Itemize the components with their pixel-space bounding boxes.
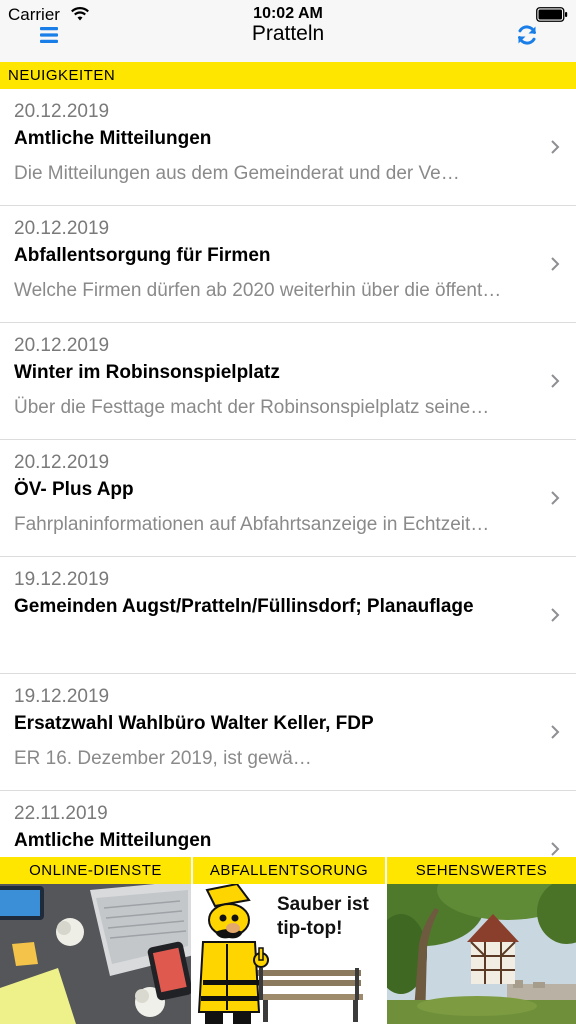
news-title: Amtliche Mitteilungen: [14, 830, 212, 851]
chevron-right-icon: [551, 257, 560, 271]
page-title: Pratteln: [251, 22, 325, 45]
news-item[interactable]: 22.11.2019 Amtliche Mitteilungen: [0, 791, 576, 857]
news-date: 20.12.2019: [14, 335, 110, 356]
news-description: Die Mitteilungen aus dem Gemeinderat und…: [14, 163, 460, 184]
battery-icon: [536, 7, 568, 22]
slogan-line-2: tip-top!: [277, 918, 342, 939]
news-date: 22.11.2019: [14, 803, 108, 824]
news-title: Ersatzwahl Wahlbüro Walter Keller, FDP: [14, 713, 374, 734]
navigation-bar: Pratteln: [0, 22, 576, 62]
chevron-right-icon: [551, 725, 560, 739]
cleanup-mascot-image: Sauber ist tip-top!: [193, 884, 385, 1024]
news-item[interactable]: 19.12.2019 Gemeinden Augst/Pratteln/Füll…: [0, 557, 576, 674]
status-time: 10:02 AM: [253, 5, 323, 22]
devices-desk-image: [0, 884, 191, 1024]
news-description: ER 16. Dezember 2019, ist gewä…: [14, 748, 312, 769]
section-title: NEUIGKEITEN: [8, 67, 116, 84]
chevron-right-icon: [551, 140, 560, 154]
tile-label: ABFALLENTSORUNG: [193, 857, 385, 884]
chevron-right-icon: [551, 491, 560, 505]
news-title: Gemeinden Augst/Pratteln/Füllinsdorf; Pl…: [14, 596, 474, 617]
tile-label: ONLINE-DIENSTE: [0, 857, 191, 884]
news-title: ÖV- Plus App: [14, 479, 134, 500]
section-header-news: NEUIGKEITEN: [0, 62, 576, 89]
tile-online-dienste[interactable]: ONLINE-DIENSTE: [0, 857, 191, 1024]
news-description: Über die Festtage macht der Robinsonspie…: [14, 397, 490, 418]
news-title: Abfallentsorgung für Firmen: [14, 245, 271, 266]
news-date: 19.12.2019: [14, 569, 110, 590]
news-date: 20.12.2019: [14, 218, 110, 239]
chevron-right-icon: [551, 608, 560, 622]
category-tiles: ONLINE-DIENSTE ABFALLENTSORUNG Sauber is…: [0, 857, 576, 1024]
landscape-house-image: [387, 884, 576, 1024]
news-item[interactable]: 20.12.2019 Abfallentsorgung für Firmen W…: [0, 206, 576, 323]
news-date: 20.12.2019: [14, 452, 110, 473]
news-title: Winter im Robinsonspielplatz: [14, 362, 280, 383]
news-item[interactable]: 20.12.2019 Amtliche Mitteilungen Die Mit…: [0, 89, 576, 206]
news-item[interactable]: 20.12.2019 ÖV- Plus App Fahrplaninformat…: [0, 440, 576, 557]
news-item[interactable]: 19.12.2019 Ersatzwahl Wahlbüro Walter Ke…: [0, 674, 576, 791]
tile-abfallentsorgung[interactable]: ABFALLENTSORUNG Sauber ist tip-top!: [193, 857, 385, 1024]
news-title: Amtliche Mitteilungen: [14, 128, 212, 149]
tile-sehenswertes[interactable]: SEHENSWERTES: [387, 857, 576, 1024]
chevron-right-icon: [551, 374, 560, 388]
news-date: 19.12.2019: [14, 686, 110, 707]
news-description: Fahrplaninformationen auf Abfahrtsanzeig…: [14, 514, 490, 535]
news-list: 20.12.2019 Amtliche Mitteilungen Die Mit…: [0, 89, 576, 857]
refresh-icon[interactable]: [514, 22, 540, 48]
news-item[interactable]: 20.12.2019 Winter im Robinsonspielplatz …: [0, 323, 576, 440]
tile-label: SEHENSWERTES: [387, 857, 576, 884]
news-description: Welche Firmen dürfen ab 2020 weiterhin ü…: [14, 280, 502, 301]
slogan-line-1: Sauber ist: [277, 894, 370, 915]
news-date: 20.12.2019: [14, 101, 110, 122]
chevron-right-icon: [551, 842, 560, 856]
